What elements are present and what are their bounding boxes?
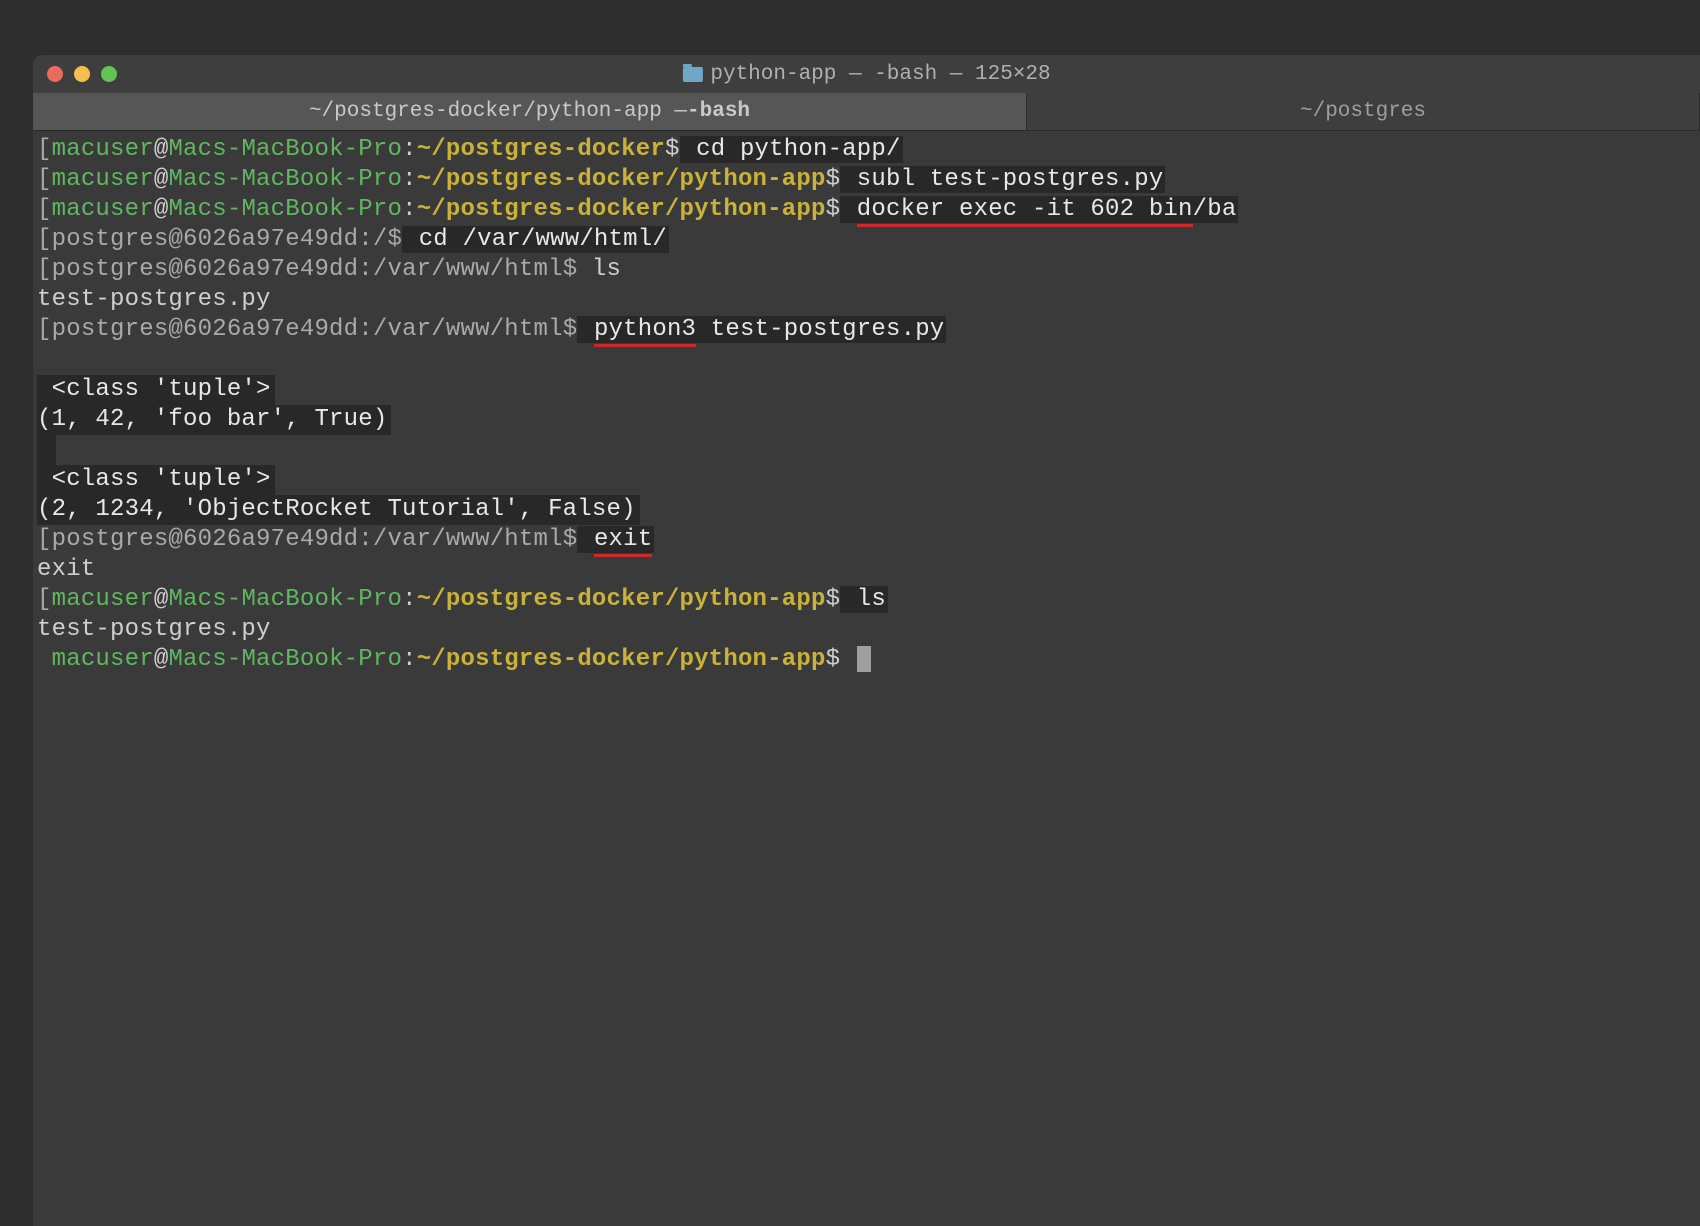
- terminal-line: macuser@Macs-MacBook-Pro:~/postgres-dock…: [37, 645, 1696, 675]
- tab-active[interactable]: ~/postgres-docker/python-app — -bash: [33, 93, 1027, 130]
- cmd-python3: python3 test-postgres.py: [577, 316, 946, 343]
- terminal-line: [postgres@6026a97e49dd:/var/www/html$ py…: [37, 315, 1696, 345]
- terminal-line: [macuser@Macs-MacBook-Pro:~/postgres-doc…: [37, 135, 1696, 165]
- tab-active-path: ~/postgres-docker/python-app —: [309, 100, 687, 123]
- window-title-text: python-app — -bash — 125×28: [710, 63, 1050, 86]
- terminal-output: <class 'tuple'>: [37, 465, 1696, 495]
- terminal-output: test-postgres.py: [37, 285, 1696, 315]
- traffic-lights: [33, 66, 117, 82]
- terminal-line: [postgres@6026a97e49dd:/var/www/html$ ls: [37, 255, 1696, 285]
- maximize-icon[interactable]: [101, 66, 117, 82]
- blank-line: [37, 435, 1696, 465]
- terminal-body[interactable]: [macuser@Macs-MacBook-Pro:~/postgres-doc…: [33, 131, 1700, 679]
- close-icon[interactable]: [47, 66, 63, 82]
- tab-inactive[interactable]: ~/postgres: [1027, 93, 1700, 130]
- cmd-ls-host: ls: [840, 586, 888, 613]
- folder-icon: [682, 67, 702, 82]
- cmd-exit: exit: [577, 526, 654, 553]
- cmd-cd-html: cd /var/www/html/: [402, 226, 669, 253]
- tab-active-suffix: -bash: [687, 100, 750, 123]
- tab-inactive-label: ~/postgres: [1300, 100, 1426, 123]
- terminal-line: [macuser@Macs-MacBook-Pro:~/postgres-doc…: [37, 165, 1696, 195]
- window-title: python-app — -bash — 125×28: [682, 63, 1050, 86]
- terminal-output: <class 'tuple'>: [37, 375, 1696, 405]
- cmd-cd-python-app: cd python-app/: [680, 136, 903, 163]
- terminal-window: python-app — -bash — 125×28 ~/postgres-d…: [33, 55, 1700, 1226]
- terminal-output: test-postgres.py: [37, 615, 1696, 645]
- minimize-icon[interactable]: [74, 66, 90, 82]
- terminal-line: [postgres@6026a97e49dd:/var/www/html$ ex…: [37, 525, 1696, 555]
- window-titlebar: python-app — -bash — 125×28: [33, 55, 1700, 93]
- blank-line: [37, 345, 1696, 375]
- terminal-line: [macuser@Macs-MacBook-Pro:~/postgres-doc…: [37, 585, 1696, 615]
- cmd-subl: subl test-postgres.py: [840, 166, 1165, 193]
- cmd-ls: ls: [577, 256, 621, 283]
- terminal-line: [postgres@6026a97e49dd:/$ cd /var/www/ht…: [37, 225, 1696, 255]
- terminal-output: (2, 1234, 'ObjectRocket Tutorial', False…: [37, 495, 1696, 525]
- cursor-icon: [857, 646, 871, 672]
- terminal-output: exit: [37, 555, 1696, 585]
- cmd-docker-exec: docker exec -it 602 bin/ba: [840, 196, 1238, 223]
- terminal-line: [macuser@Macs-MacBook-Pro:~/postgres-doc…: [37, 195, 1696, 225]
- terminal-output: (1, 42, 'foo bar', True): [37, 405, 1696, 435]
- tabbar: ~/postgres-docker/python-app — -bash ~/p…: [33, 93, 1700, 131]
